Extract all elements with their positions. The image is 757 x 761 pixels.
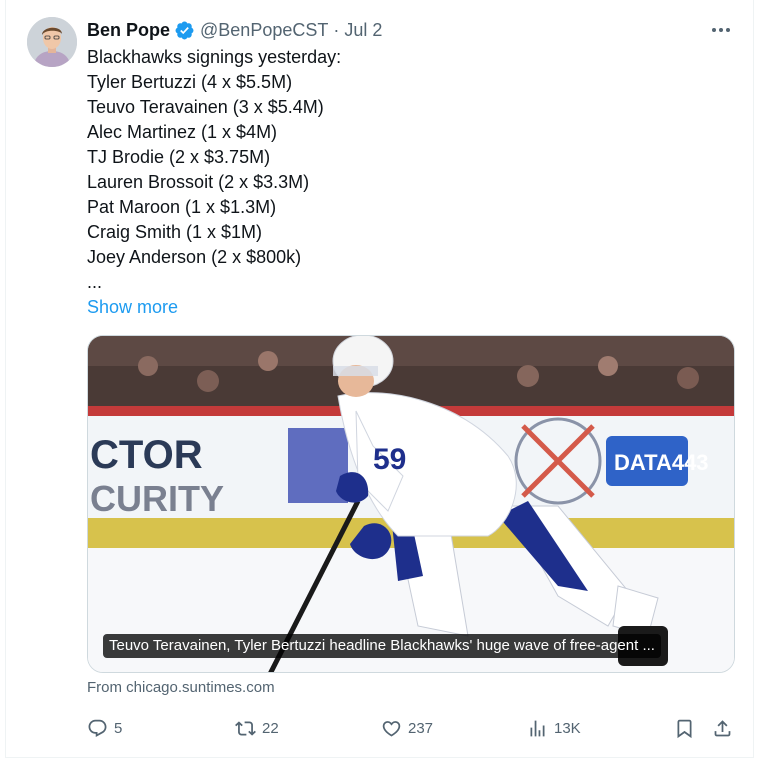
jersey-number: 59 (373, 443, 406, 476)
tweet-line: Craig Smith (1 x $1M) (87, 222, 263, 242)
tweet-line: TJ Brodie (2 x $3.75M) (87, 147, 271, 167)
tweet-line: Blackhawks signings yesterday: (87, 47, 342, 67)
bookmark-icon (677, 719, 692, 738)
board-text-left-1: CTOR (90, 433, 203, 477)
tweet-line: Lauren Brossoit (2 x $3.3M) (87, 172, 310, 192)
share-button[interactable] (712, 713, 733, 743)
reply-icon (88, 719, 107, 737)
repost-icon (235, 720, 256, 736)
bookmark-button[interactable] (674, 713, 695, 743)
board-text-left-2: CURITY (90, 478, 224, 519)
views-count: 13K (554, 719, 581, 737)
author-handle[interactable]: @BenPopeCST (200, 20, 328, 41)
like-count: 237 (408, 719, 434, 737)
tweet-line: Pat Maroon (1 x $1.3M) (87, 197, 277, 217)
tweet-header: Ben Pope @BenPopeCST · Jul 2 (87, 18, 382, 42)
author-name[interactable]: Ben Pope (87, 20, 170, 41)
reply-count: 5 (114, 719, 123, 737)
like-button[interactable]: 237 (381, 713, 433, 743)
link-card[interactable]: CTOR CURITY DATA443 59 Teuvo Teravainen, (87, 335, 735, 673)
tweet-line: Tyler Bertuzzi (4 x $5.5M) (87, 72, 293, 92)
repost-count: 22 (262, 719, 279, 737)
action-bar: 5 22 237 13K (87, 713, 737, 743)
share-icon (714, 719, 731, 736)
reply-button[interactable]: 5 (87, 713, 122, 743)
separator-dot: · (333, 19, 340, 40)
avatar[interactable] (27, 17, 77, 67)
board-text-right: DATA443 (614, 450, 709, 475)
tweet-line: Teuvo Teravainen (3 x $5.4M) (87, 97, 324, 117)
verified-badge-icon[interactable] (174, 20, 195, 41)
tweet-line-ellipsis: ... (87, 272, 103, 292)
tweet-text: Blackhawks signings yesterday: Tyler Ber… (87, 45, 737, 320)
card-title[interactable]: Teuvo Teravainen, Tyler Bertuzzi headlin… (103, 634, 661, 658)
views-chart-icon (530, 720, 545, 736)
more-options-icon[interactable] (709, 18, 733, 42)
tweet-date[interactable]: Jul 2 (344, 20, 382, 41)
tweet-line: Joey Anderson (2 x $800k) (87, 247, 302, 267)
views-button[interactable]: 13K (527, 713, 581, 743)
tweet-line: Alec Martinez (1 x $4M) (87, 122, 278, 142)
repost-button[interactable]: 22 (235, 713, 279, 743)
avatar-photo (27, 17, 77, 67)
heart-icon (382, 720, 401, 737)
show-more-link[interactable]: Show more (87, 295, 737, 320)
hockey-photo: CTOR CURITY DATA443 59 (88, 336, 734, 672)
card-source[interactable]: From chicago.suntimes.com (87, 679, 275, 696)
tweet[interactable]: Ben Pope @BenPopeCST · Jul 2 Blackhawks … (5, 0, 754, 758)
